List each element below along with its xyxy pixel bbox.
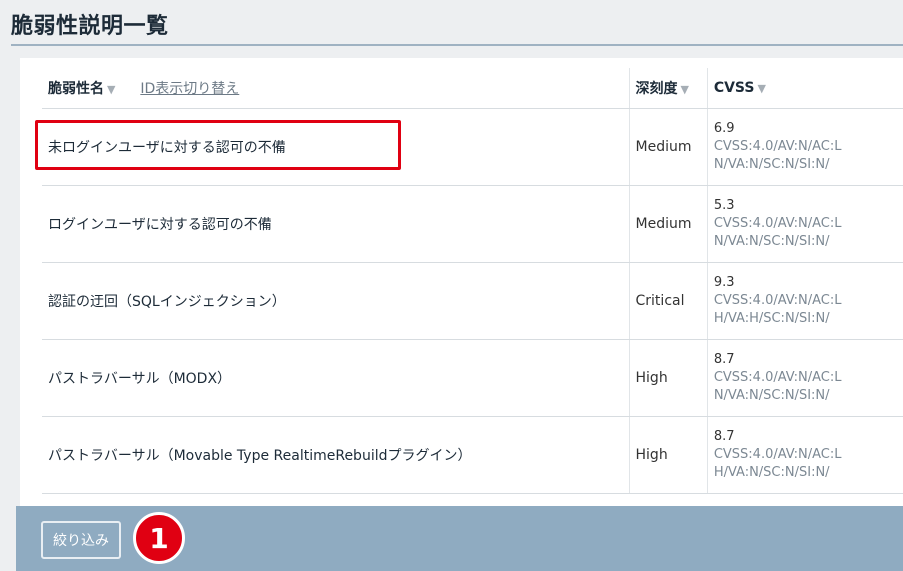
highlight-annotation-box [35, 120, 401, 170]
cvss-score: 8.7 [713, 352, 735, 367]
cvss-vector-line: N/VA:N/SC:N/SI:N/ [713, 388, 830, 403]
column-header-name[interactable]: 脆弱性名 ▼ ID表示切り替え [42, 68, 630, 109]
cvss-vector-line: CVSS:4.0/AV:N/AC:L [713, 293, 842, 308]
step-number-badge: 1 [133, 512, 185, 564]
table-row[interactable]: パストラバーサル（Movable Type RealtimeRebuildプラグ… [42, 416, 903, 494]
cvss-vector-line: H/VA:N/SC:N/SI:N/ [713, 465, 830, 480]
vulnerability-name[interactable]: パストラバーサル（MODX） [48, 371, 231, 387]
cvss-vector-line: H/VA:H/SC:N/SI:N/ [713, 311, 830, 326]
filter-button[interactable]: 絞り込み [41, 521, 121, 559]
vulnerability-name[interactable]: パストラバーサル（Movable Type RealtimeRebuildプラグ… [48, 448, 471, 464]
column-header-cvss[interactable]: CVSS ▼ [706, 68, 903, 109]
table-row[interactable]: 認証の迂回（SQLインジェクション） Critical 9.3 CVSS:4.0… [42, 262, 903, 340]
id-display-toggle-link[interactable]: ID表示切り替え [140, 81, 239, 97]
vulnerability-name[interactable]: ログインユーザに対する認可の不備 [48, 217, 272, 233]
vulnerability-name[interactable]: 認証の迂回（SQLインジェクション） [48, 294, 286, 310]
severity-value: High [635, 370, 668, 386]
cvss-vector-line: CVSS:4.0/AV:N/AC:L [713, 370, 842, 385]
severity-value: Medium [635, 216, 692, 232]
severity-value: Medium [635, 139, 692, 155]
sort-caret-down-icon[interactable]: ▼ [681, 83, 689, 96]
cvss-vector-line: N/VA:N/SC:N/SI:N/ [713, 234, 830, 249]
page-title: 脆弱性説明一覧 [11, 14, 169, 39]
cvss-vector-line: N/VA:N/SC:N/SI:N/ [713, 157, 830, 172]
cvss-score: 6.9 [713, 121, 735, 136]
table-row[interactable]: パストラバーサル（MODX） High 8.7 CVSS:4.0/AV:N/AC… [42, 339, 903, 417]
table-header-row: 脆弱性名 ▼ ID表示切り替え 深刻度 ▼ CVSS ▼ [42, 68, 903, 109]
column-header-cvss-label[interactable]: CVSS [714, 80, 755, 96]
column-header-severity[interactable]: 深刻度 ▼ [628, 68, 708, 109]
column-header-severity-label[interactable]: 深刻度 [636, 81, 678, 97]
sort-caret-down-icon[interactable]: ▼ [757, 82, 765, 95]
cvss-vector-line: CVSS:4.0/AV:N/AC:L [713, 139, 842, 154]
cvss-vector-line: CVSS:4.0/AV:N/AC:L [713, 447, 842, 462]
table-row[interactable]: ログインユーザに対する認可の不備 Medium 5.3 CVSS:4.0/AV:… [42, 185, 903, 263]
title-divider [11, 44, 903, 46]
cvss-score: 5.3 [713, 198, 735, 213]
cvss-score: 9.3 [713, 275, 735, 290]
footer-action-bar: 絞り込み 1 [16, 506, 903, 571]
sort-caret-down-icon[interactable]: ▼ [107, 83, 115, 96]
column-header-name-label[interactable]: 脆弱性名 [48, 81, 104, 97]
cvss-vector-line: CVSS:4.0/AV:N/AC:L [713, 216, 842, 231]
severity-value: Critical [635, 293, 685, 309]
severity-value: High [635, 447, 668, 463]
cvss-score: 8.7 [713, 429, 735, 444]
